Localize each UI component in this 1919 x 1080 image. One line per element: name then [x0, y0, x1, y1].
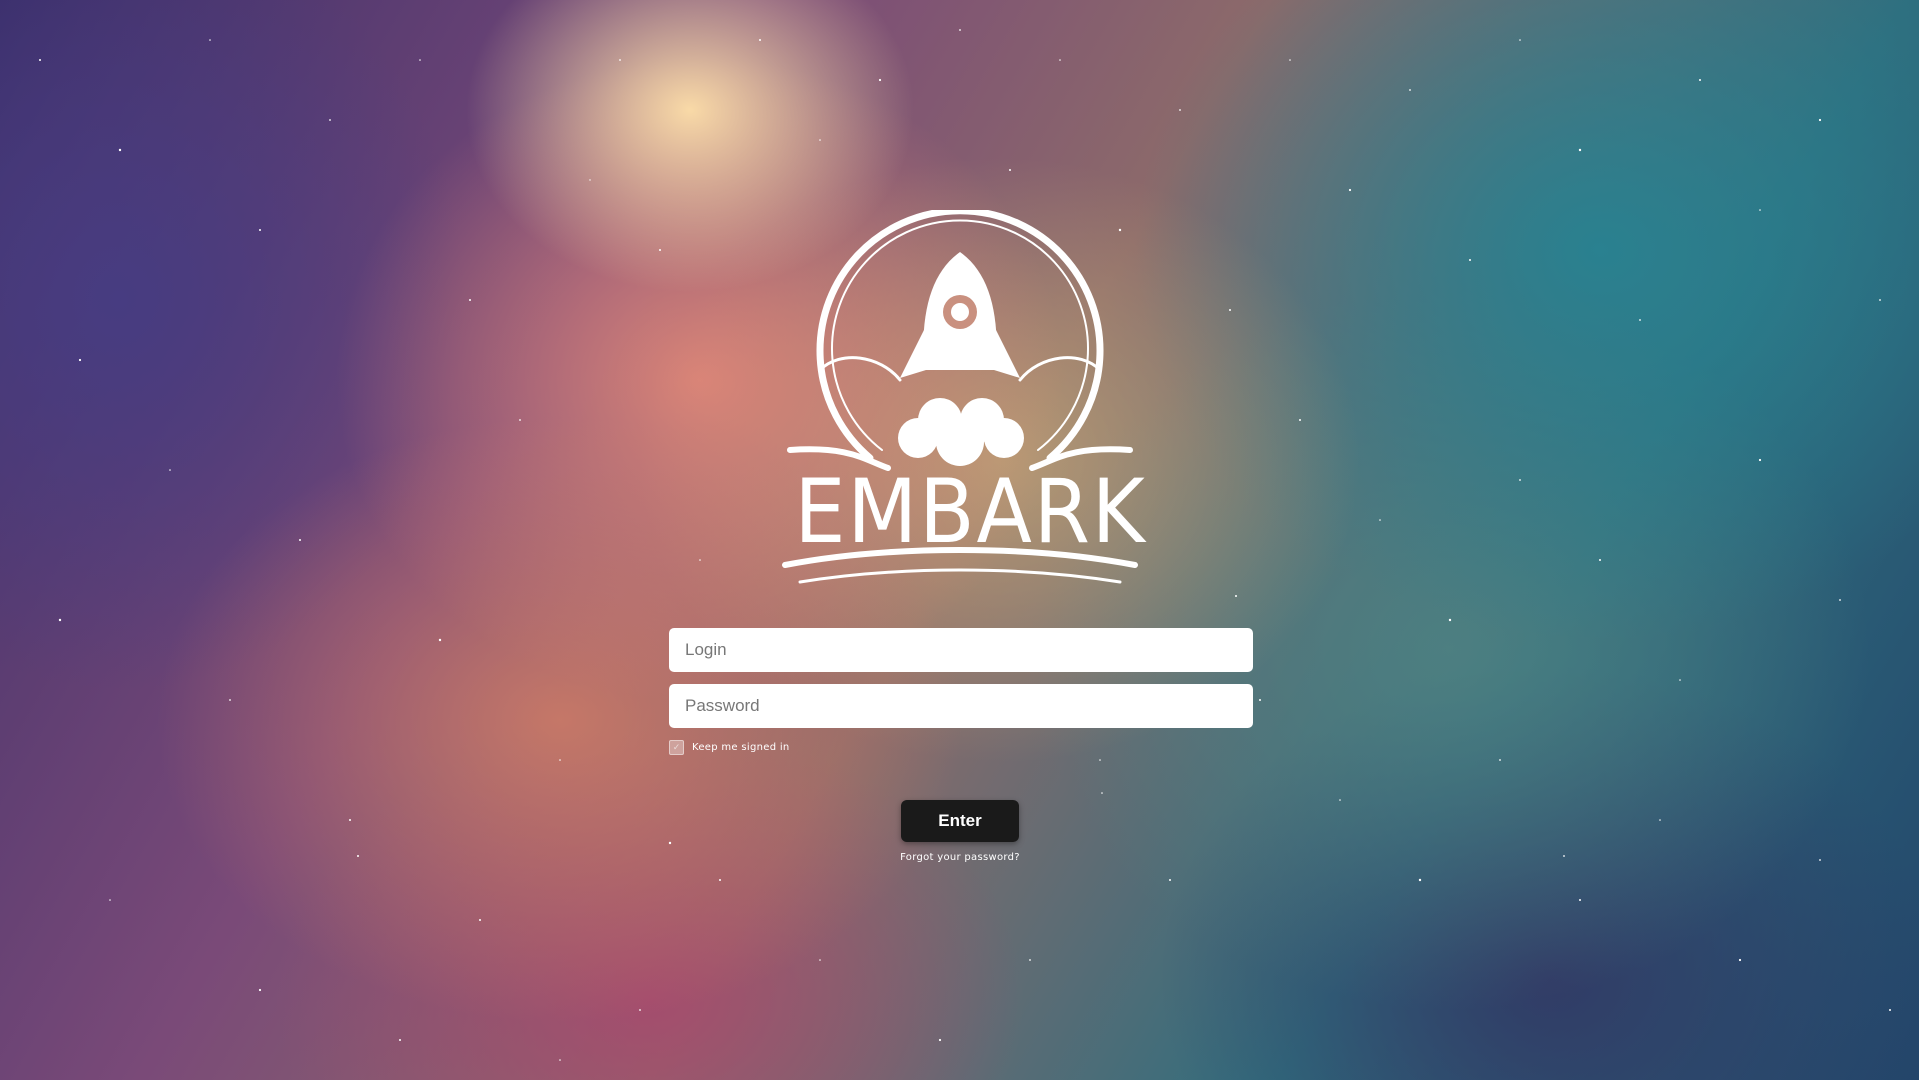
forgot-password-link[interactable]: Forgot your password? [880, 852, 1040, 863]
login-form: ✓ Keep me signed in [669, 628, 1253, 755]
remember-me-row[interactable]: ✓ Keep me signed in [669, 739, 1253, 755]
enter-button[interactable]: Enter [901, 800, 1019, 842]
brand-name: EMBARK [794, 460, 1147, 563]
password-input[interactable] [669, 684, 1253, 728]
checkmark-icon: ✓ [672, 741, 681, 752]
login-input[interactable] [669, 628, 1253, 672]
remember-me-label: Keep me signed in [692, 741, 790, 753]
remember-me-checkbox[interactable]: ✓ [669, 739, 684, 755]
